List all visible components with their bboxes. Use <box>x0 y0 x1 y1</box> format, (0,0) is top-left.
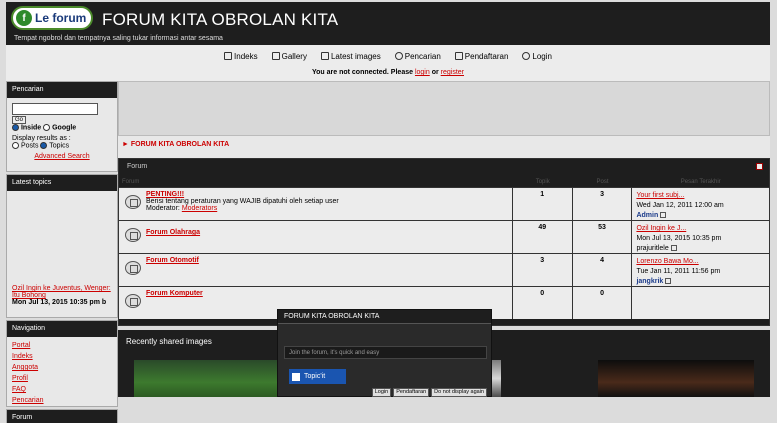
col-post: Post <box>596 179 609 185</box>
images-icon <box>320 52 329 60</box>
col-forum: Forum <box>122 179 140 185</box>
latest-topic-link[interactable]: Ozil Ingin ke Juventus, Wenger: Itu Boho… <box>12 285 111 299</box>
nav-link-pencarian[interactable]: Pencarian <box>12 395 112 406</box>
forum-read-icon <box>125 228 141 242</box>
table-row: Forum Olahraga 49 53 Ozil Ingin ke J... M… <box>119 220 769 253</box>
search-go-button[interactable]: Go <box>12 116 27 124</box>
home-icon <box>224 52 233 60</box>
forum-read-icon <box>125 195 141 209</box>
nav-link-anggota[interactable]: Anggota <box>12 362 112 373</box>
forum-read-icon <box>125 294 141 308</box>
last-post-link[interactable]: Your first subj... <box>636 192 684 199</box>
popup-login-button[interactable]: Login <box>371 388 392 397</box>
latest-topics-title: Latest topics <box>7 175 117 191</box>
join-popup: FORUM KITA OBROLAN KITA Join the forum, … <box>277 309 492 397</box>
nav-link-faq[interactable]: FAQ <box>12 384 112 395</box>
latest-topics-box: Latest topics Ozil Ingin ke Juventus, We… <box>6 174 118 318</box>
forum-table-title: Forum <box>119 159 769 177</box>
login-icon <box>522 52 531 60</box>
topic-count: 1 <box>512 188 573 220</box>
nav-pencarian[interactable]: Pencarian <box>394 52 441 61</box>
nav-link-portal[interactable]: Portal <box>12 340 112 351</box>
last-post-link[interactable]: Ozil Ingin ke J... <box>636 225 686 232</box>
nav-bar: Indeks Gallery Latest images Pencarian P… <box>6 45 770 67</box>
table-header: Forum Topik Post Pesan Terakhir <box>119 177 769 187</box>
topicit-button[interactable]: Topic'it <box>289 369 346 384</box>
last-post-user[interactable]: Admin <box>636 212 658 219</box>
post-count: 3 <box>572 188 633 220</box>
collapse-icon[interactable] <box>756 163 763 170</box>
post-count: 0 <box>572 287 633 319</box>
gallery-icon <box>271 52 280 60</box>
forum-box: Forum <box>6 409 118 423</box>
post-count: 4 <box>572 254 633 286</box>
sidebar: Pencarian Go Inside Google Display resul… <box>6 81 118 423</box>
nav-login[interactable]: Login <box>522 52 552 61</box>
topic-count: 49 <box>512 221 573 253</box>
search-input[interactable] <box>12 103 98 115</box>
site-description: Tempat ngobrol dan tempatnya saling tuka… <box>14 35 223 42</box>
advanced-search-link[interactable]: Advanced Search <box>34 153 89 160</box>
table-row: PENTING!!! Berisi tentang peraturan yang … <box>119 187 769 220</box>
header: f Le forum FORUM KITA OBROLAN KITA Tempat… <box>6 2 770 45</box>
search-icon <box>394 52 403 60</box>
col-topik: Topik <box>535 179 550 185</box>
nav-gallery[interactable]: Gallery <box>271 52 307 61</box>
topic-count: 3 <box>512 254 573 286</box>
site-title: FORUM KITA OBROLAN KITA <box>102 10 339 29</box>
goto-post-icon[interactable] <box>670 245 677 252</box>
forum-read-icon <box>125 261 141 275</box>
goto-post-icon[interactable] <box>660 212 667 219</box>
popup-register-button[interactable]: Pendaftaran <box>393 388 430 397</box>
nav-link-profil[interactable]: Profil <box>12 373 112 384</box>
image-thumbnail[interactable] <box>134 360 290 397</box>
image-thumbnail[interactable] <box>598 360 754 397</box>
nav-link-indeks[interactable]: Indeks <box>12 351 112 362</box>
inside-radio[interactable] <box>12 124 19 131</box>
popup-title: FORUM KITA OBROLAN KITA <box>278 310 491 324</box>
navigation-box: Navigation Portal Indeks Anggota Profil … <box>6 320 118 407</box>
breadcrumb: ► FORUM KITA OBROLAN KITA <box>118 136 770 158</box>
site-logo[interactable]: f Le forum <box>11 6 93 30</box>
banner-area <box>118 81 770 136</box>
forum-box-title: Forum <box>7 410 117 423</box>
popup-dismiss-button[interactable]: Do not display again <box>431 388 487 397</box>
forum-link[interactable]: Forum Komputer <box>146 290 512 297</box>
forum-description: Berisi tentang peraturan yang WAJIB dipa… <box>146 198 339 205</box>
google-radio[interactable] <box>43 124 51 131</box>
forum-link[interactable]: Forum Olahraga <box>146 229 512 236</box>
forum-table: Forum Forum Topik Post Pesan Terakhir PE… <box>118 158 770 326</box>
topics-radio[interactable] <box>40 142 48 150</box>
goto-post-icon[interactable] <box>665 278 672 285</box>
last-post-user[interactable]: prajuritlele <box>636 245 668 252</box>
nav-indeks[interactable]: Indeks <box>224 52 258 61</box>
breadcrumb-link[interactable]: FORUM KITA OBROLAN KITA <box>131 141 229 148</box>
search-box-title: Pencarian <box>7 82 117 98</box>
register-link[interactable]: register <box>441 69 464 76</box>
forum-link[interactable]: Forum Otomotif <box>146 257 512 264</box>
forum-link[interactable]: PENTING!!! <box>146 191 512 198</box>
navigation-title: Navigation <box>7 321 117 337</box>
search-box: Pencarian Go Inside Google Display resul… <box>6 81 118 172</box>
topic-count: 0 <box>512 287 573 319</box>
topicit-icon <box>292 372 300 381</box>
logo-badge-icon: f <box>16 10 32 26</box>
login-link[interactable]: login <box>415 69 430 76</box>
moderators-link[interactable]: Moderators <box>182 205 217 212</box>
latest-topic-date: Mon Jul 13, 2015 10:35 pm b <box>12 299 107 306</box>
nav-latest-images[interactable]: Latest images <box>320 52 381 61</box>
register-icon <box>454 52 463 60</box>
nav-pendaftaran[interactable]: Pendaftaran <box>454 52 508 61</box>
popup-join-text: Join the forum, it's quick and easy <box>284 346 487 359</box>
display-results-label: Display results as : <box>12 135 71 143</box>
col-last-post: Pesan Terakhir <box>680 179 721 185</box>
connection-notice: You are not connected. Please login or r… <box>6 67 770 81</box>
last-post-link[interactable]: Lorenzo Bawa Mo... <box>636 258 698 265</box>
logo-text: Le forum <box>35 11 87 25</box>
posts-radio[interactable] <box>12 142 19 150</box>
post-count: 53 <box>572 221 633 253</box>
table-row: Forum Otomotif 3 4 Lorenzo Bawa Mo... Tue… <box>119 253 769 286</box>
last-post-user[interactable]: jangkrik <box>636 278 663 285</box>
